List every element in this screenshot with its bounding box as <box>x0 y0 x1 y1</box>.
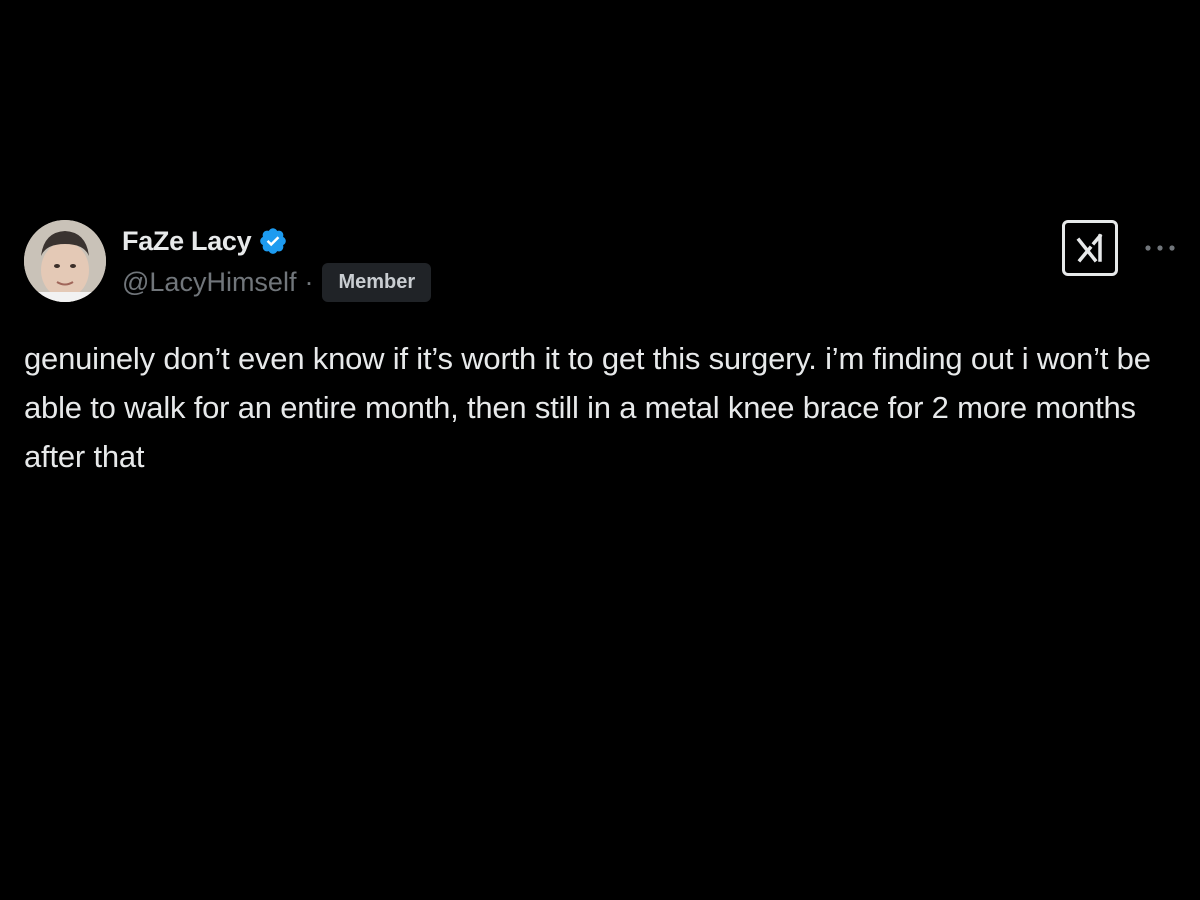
verified-badge-icon[interactable] <box>258 226 288 256</box>
handle-row: @LacyHimself · Member <box>122 262 432 302</box>
display-name[interactable]: FaZe Lacy <box>122 226 252 257</box>
more-options-icon[interactable] <box>1142 230 1178 266</box>
separator-dot: · <box>304 266 314 297</box>
handle[interactable]: @LacyHimself <box>122 267 296 298</box>
tweet-text: genuinely don’t even know if it’s worth … <box>24 341 1160 474</box>
avatar-image <box>24 220 106 302</box>
tweet-header: FaZe Lacy @LacyHimself · Member <box>122 222 432 302</box>
member-badge[interactable]: Member <box>322 262 432 302</box>
grok-button[interactable] <box>1062 220 1118 276</box>
grok-icon <box>1076 233 1103 263</box>
name-row: FaZe Lacy <box>122 222 431 260</box>
avatar[interactable] <box>24 220 106 302</box>
